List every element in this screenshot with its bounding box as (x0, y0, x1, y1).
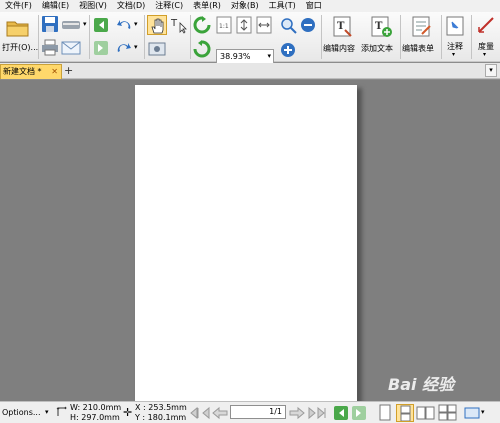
page-height: H: 297.0mm (70, 413, 120, 422)
zoom-value: 38.93% (220, 52, 251, 61)
menu-edit[interactable]: 编辑(E) (37, 0, 74, 12)
page-size-icon (56, 406, 67, 416)
status-bar: Options... ▾ W: 210.0mm H: 297.0mm ✛ X :… (0, 401, 500, 423)
fit-page-icon[interactable] (236, 16, 252, 34)
continuous-view-icon[interactable] (396, 404, 414, 422)
add-text-icon: T (371, 16, 392, 37)
ruler-icon (478, 17, 494, 33)
menu-form[interactable]: 表单(R) (188, 0, 226, 12)
back-icon[interactable] (93, 17, 109, 33)
folder-icon (6, 21, 29, 37)
undo-icon[interactable] (115, 17, 133, 33)
redo-dropdown-icon[interactable]: ▾ (134, 43, 138, 51)
chevron-down-icon[interactable]: ▾ (83, 20, 87, 28)
measure-button[interactable]: 度量 ▾ (474, 14, 500, 60)
options-button[interactable]: Options... (2, 408, 41, 417)
add-text-button[interactable]: T 添加文本 (361, 14, 399, 60)
page-nav-next-group (289, 406, 326, 420)
baidu-watermark: Bai 经验 (388, 375, 455, 394)
fit-width-icon[interactable] (256, 16, 272, 34)
edit-content-label: 编辑内容 (323, 44, 355, 53)
svg-text:T: T (337, 21, 345, 32)
page-number-input[interactable]: 1/1 (230, 405, 286, 419)
document-tab-bar: 新建文档 * ✕ + ▾ (0, 63, 500, 79)
edit-content-icon: T (333, 16, 352, 37)
page-width: W: 210.0mm (70, 403, 122, 412)
next-view-icon[interactable] (351, 405, 367, 421)
facing-view-icon[interactable] (416, 404, 436, 422)
select-text-icon[interactable]: T (170, 16, 188, 34)
page-number: 1/1 (269, 407, 282, 416)
scanner-icon[interactable] (61, 15, 81, 33)
single-page-view-icon[interactable] (376, 404, 394, 422)
edit-form-button[interactable]: 编辑表单 (402, 14, 440, 60)
add-text-label: 添加文本 (361, 44, 393, 53)
chevron-down-icon: ▾ (267, 52, 271, 60)
rotate-right-icon[interactable] (193, 40, 211, 58)
open-button[interactable]: 打开(O)... (2, 15, 39, 59)
save-icon[interactable] (41, 15, 59, 33)
menu-comment[interactable]: 注释(C) (150, 0, 188, 12)
zoom-out-icon[interactable] (300, 17, 316, 33)
chevron-down-icon: ▾ (483, 51, 487, 58)
actual-size-icon[interactable]: 1:1 (216, 16, 232, 34)
menu-view[interactable]: 视图(V) (74, 0, 112, 12)
main-toolbar: 打开(O)... ▾ ▾ ▾ T 1:1 38.93% ▾ T 编辑内容 T 添… (0, 12, 500, 64)
print-icon[interactable] (41, 38, 59, 56)
svg-text:T: T (375, 21, 383, 32)
zoom-tool-icon[interactable] (280, 17, 298, 35)
menu-document[interactable]: 文档(D) (112, 0, 150, 12)
menu-window[interactable]: 窗口 (301, 0, 327, 12)
zoom-select[interactable]: 38.93% ▾ (216, 49, 274, 64)
annotation-button[interactable]: 注释 ▾ (444, 14, 468, 60)
chevron-down-icon: ▾ (452, 51, 456, 58)
menu-object[interactable]: 对象(B) (226, 0, 264, 12)
email-icon[interactable] (61, 38, 81, 56)
edit-content-button[interactable]: T 编辑内容 (323, 14, 361, 60)
menu-bar: 文件(F) 编辑(E) 视图(V) 文档(D) 注释(C) 表单(R) 对象(B… (0, 0, 500, 12)
svg-text:T: T (170, 18, 178, 29)
snapshot-icon[interactable] (148, 40, 166, 56)
edit-form-label: 编辑表单 (402, 44, 434, 53)
redo-icon[interactable] (115, 40, 133, 56)
menu-file[interactable]: 文件(F) (0, 0, 37, 12)
undo-dropdown-icon[interactable]: ▾ (134, 20, 138, 28)
view-dropdown-icon[interactable]: ▾ (481, 408, 485, 416)
document-page[interactable] (135, 85, 357, 401)
continuous-facing-view-icon[interactable] (438, 404, 458, 422)
edit-form-icon (412, 16, 431, 37)
tab-list-icon[interactable]: ▾ (485, 64, 497, 77)
options-dropdown-icon[interactable]: ▾ (45, 408, 49, 416)
cursor-position-icon: ✛ (123, 406, 133, 419)
cursor-x: X : 253.5mm (135, 403, 187, 412)
page-nav-prev-group (190, 406, 228, 420)
tab-title: 新建文档 * (3, 67, 42, 76)
tab-new-document[interactable]: 新建文档 * ✕ (0, 64, 62, 79)
zoom-in-icon[interactable] (280, 42, 296, 58)
cursor-y: Y : 180.1mm (135, 413, 187, 422)
menu-tools[interactable]: 工具(T) (264, 0, 301, 12)
screen-view-icon[interactable] (464, 405, 480, 421)
rotate-left-icon[interactable] (193, 16, 211, 34)
open-label: 打开(O)... (2, 43, 39, 52)
close-icon[interactable]: ✕ (51, 65, 58, 78)
previous-view-icon[interactable] (333, 405, 349, 421)
add-tab-icon[interactable]: + (64, 64, 73, 77)
forward-icon[interactable] (93, 40, 109, 56)
hand-tool-icon[interactable] (147, 15, 167, 35)
comment-icon (446, 16, 464, 36)
document-workspace[interactable] (0, 80, 500, 401)
svg-text:1:1: 1:1 (219, 23, 229, 30)
